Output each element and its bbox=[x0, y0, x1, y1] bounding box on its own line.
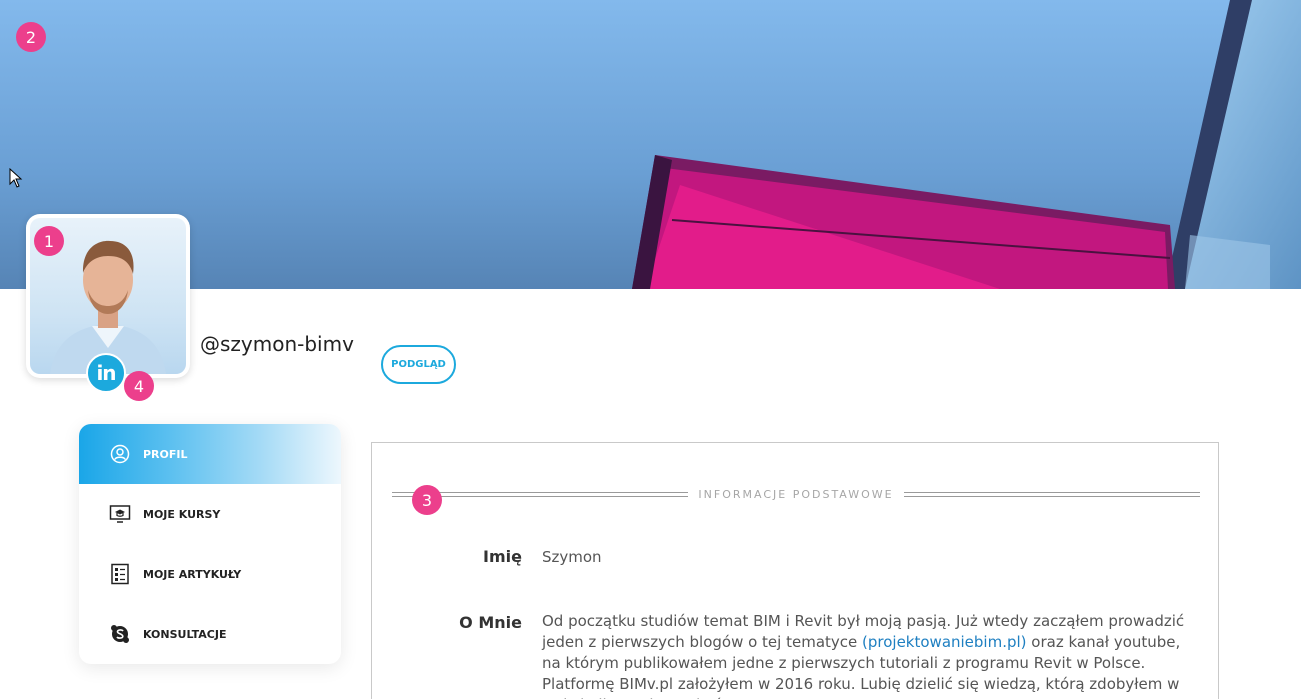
profile-side-menu: PROFIL MOJE KURSY MOJE ARTYKUŁY KONSULTA… bbox=[79, 424, 341, 664]
preview-button[interactable]: PODGLĄD bbox=[381, 345, 456, 384]
linkedin-icon[interactable]: in bbox=[86, 353, 126, 393]
field-label-imie: Imię bbox=[483, 547, 522, 566]
menu-item-moje-kursy[interactable]: MOJE KURSY bbox=[79, 484, 341, 544]
section-header: INFORMACJE PODSTAWOWE bbox=[392, 487, 1201, 501]
menu-item-konsultacje[interactable]: KONSULTACJE bbox=[79, 604, 341, 664]
menu-item-label: KONSULTACJE bbox=[143, 627, 227, 641]
basic-info-panel: INFORMACJE PODSTAWOWE Imię Szymon O Mnie… bbox=[371, 442, 1219, 699]
menu-item-profil[interactable]: PROFIL bbox=[79, 424, 341, 484]
annotation-marker: 1 bbox=[34, 226, 64, 256]
annotation-marker: 4 bbox=[124, 371, 154, 401]
field-label-o-mnie: O Mnie bbox=[459, 613, 522, 632]
divider bbox=[903, 491, 1201, 497]
section-title: INFORMACJE PODSTAWOWE bbox=[698, 487, 894, 501]
monitor-graduation-icon bbox=[109, 503, 131, 525]
article-list-icon bbox=[109, 563, 131, 585]
user-circle-icon bbox=[109, 443, 131, 465]
annotation-marker: 2 bbox=[16, 22, 46, 52]
field-value-imie: Szymon bbox=[542, 548, 602, 566]
menu-item-moje-artykuly[interactable]: MOJE ARTYKUŁY bbox=[79, 544, 341, 604]
blog-link[interactable]: (projektowaniebim.pl) bbox=[862, 633, 1027, 651]
mouse-cursor-icon bbox=[9, 168, 23, 188]
profile-cover-image bbox=[0, 0, 1301, 289]
menu-item-label: MOJE KURSY bbox=[143, 507, 221, 521]
annotation-marker: 3 bbox=[412, 485, 442, 515]
menu-item-label: PROFIL bbox=[143, 447, 188, 461]
profile-username: @szymon-bimv bbox=[200, 332, 354, 356]
field-value-o-mnie: Od początku studiów temat BIM i Revit by… bbox=[542, 611, 1202, 699]
skype-icon bbox=[109, 623, 131, 645]
menu-item-label: MOJE ARTYKUŁY bbox=[143, 567, 242, 581]
